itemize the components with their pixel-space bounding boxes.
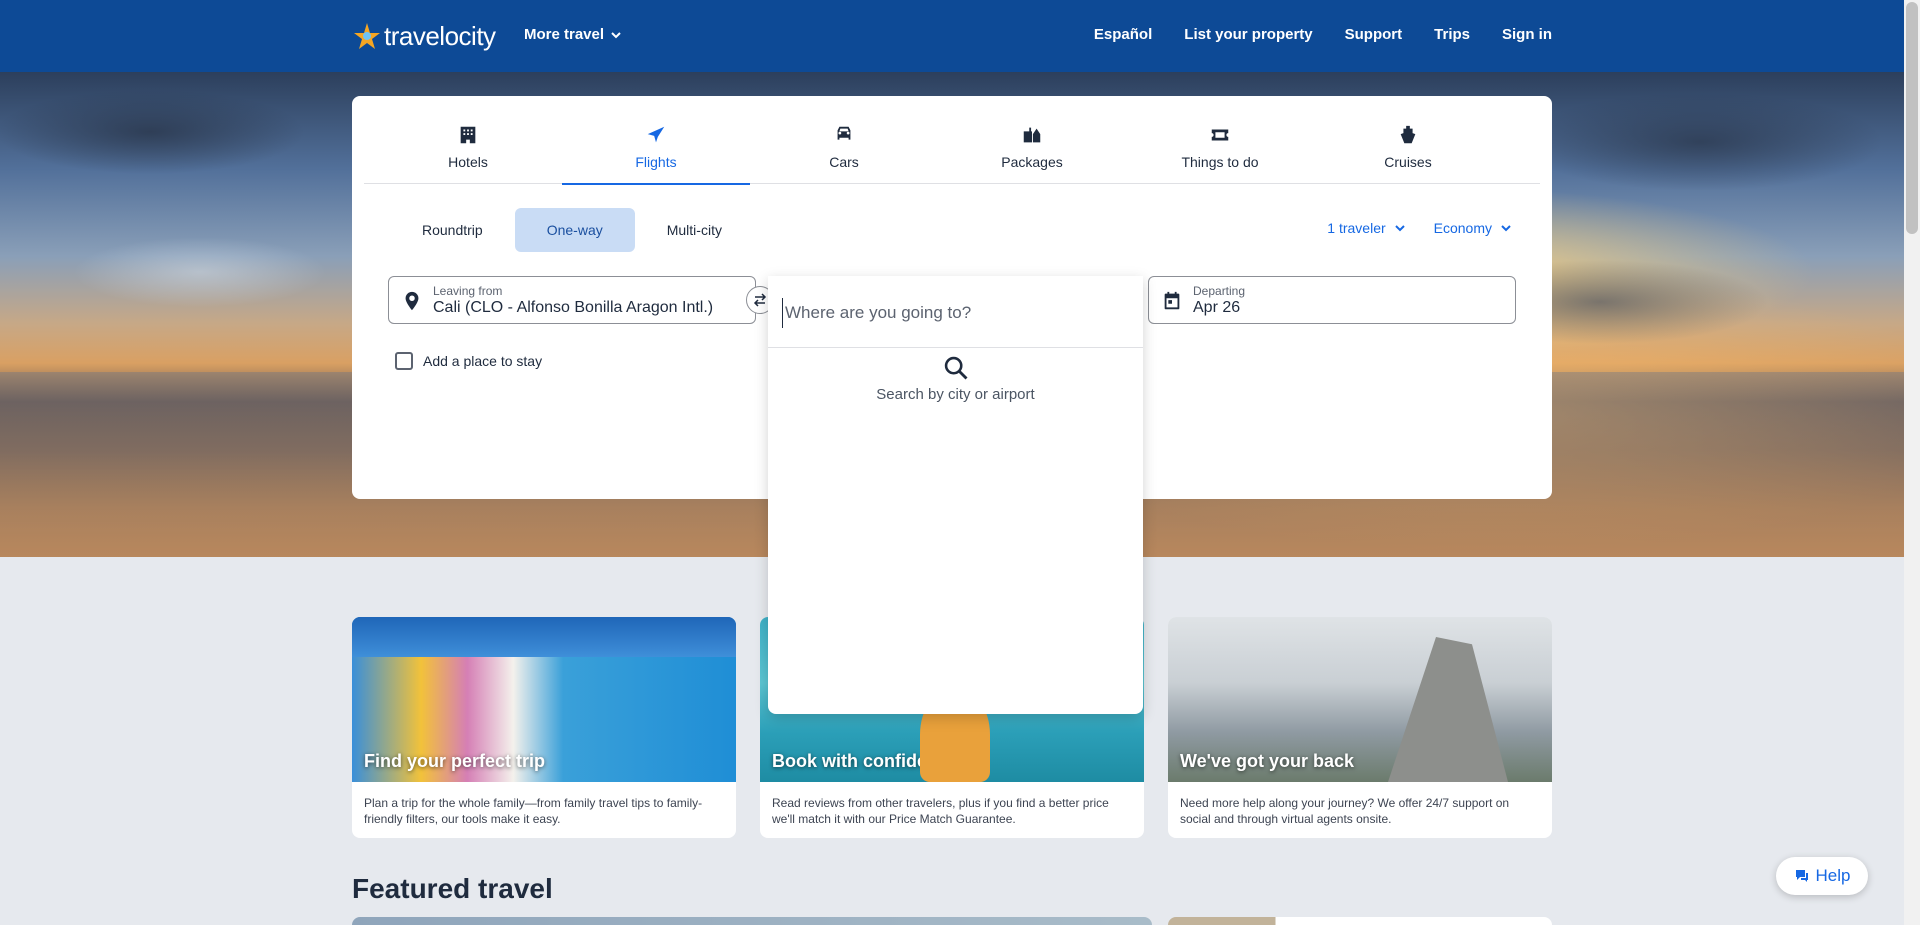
- packages-icon: [1023, 127, 1041, 143]
- tab-label: Cruises: [1384, 154, 1432, 170]
- ticket-icon: [1211, 129, 1229, 141]
- chat-icon: [1795, 870, 1808, 882]
- feature-card-got-your-back[interactable]: We've got your back Need more help along…: [1168, 617, 1552, 838]
- hotel-icon: [460, 126, 476, 144]
- cabin-class-dropdown[interactable]: Economy: [1434, 220, 1512, 236]
- tab-label: Things to do: [1181, 154, 1259, 170]
- feature-title: We've got your back: [1180, 751, 1354, 771]
- trip-type-selector: Roundtrip One-way Multi-city: [390, 208, 754, 252]
- location-pin-icon: [405, 291, 419, 311]
- feature-card-perfect-trip[interactable]: Find your perfect trip Plan a trip for t…: [352, 617, 736, 838]
- feature-description: Read reviews from other travelers, plus …: [772, 796, 1109, 826]
- tab-packages[interactable]: Packages: [938, 96, 1126, 184]
- nav-trips[interactable]: Trips: [1434, 26, 1470, 43]
- travelocity-logo[interactable]: travelocity: [352, 19, 496, 53]
- colorful-houses-image: Find your perfect trip: [352, 617, 736, 782]
- trip-one-way[interactable]: One-way: [514, 208, 635, 252]
- feature-description: Plan a trip for the whole family—from fa…: [364, 796, 703, 826]
- more-travel-menu[interactable]: More travel: [524, 26, 622, 43]
- scrollbar-thumb[interactable]: [1906, 2, 1918, 234]
- more-travel-label: More travel: [524, 26, 605, 43]
- trip-multi-city[interactable]: Multi-city: [635, 208, 754, 252]
- help-label: Help: [1815, 866, 1851, 885]
- tab-label: Packages: [1001, 154, 1063, 170]
- traveler-cabin-selectors: 1 traveler Economy: [1327, 220, 1512, 236]
- departing-date-field[interactable]: Departing Apr 26: [1148, 276, 1516, 324]
- nav-support[interactable]: Support: [1345, 26, 1403, 43]
- add-stay-checkbox[interactable]: [395, 352, 413, 370]
- search-icon: [944, 356, 967, 380]
- add-stay-label: Add a place to stay: [423, 353, 543, 369]
- help-button[interactable]: Help: [1776, 857, 1868, 895]
- travelers-value: 1 traveler: [1327, 220, 1386, 236]
- leaving-from-value: Cali (CLO - Alfonso Bonilla Aragon Intl.…: [433, 299, 714, 316]
- tab-label: Hotels: [448, 154, 488, 170]
- tab-label: Cars: [829, 154, 859, 170]
- nav-list-property[interactable]: List your property: [1184, 26, 1312, 43]
- tab-label: Flights: [635, 154, 677, 170]
- travelers-dropdown[interactable]: 1 traveler: [1327, 220, 1405, 236]
- feature-title: Find your perfect trip: [364, 751, 546, 771]
- nav-sign-in[interactable]: Sign in: [1502, 26, 1552, 43]
- plane-icon: [647, 126, 665, 143]
- cabin-value: Economy: [1433, 220, 1492, 236]
- add-place-to-stay[interactable]: Add a place to stay: [395, 352, 542, 370]
- leaving-from-field[interactable]: Leaving from Cali (CLO - Alfonso Bonilla…: [388, 276, 756, 324]
- chevron-down-icon: [1501, 225, 1511, 232]
- cruise-icon: [1400, 125, 1416, 144]
- tab-cruises[interactable]: Cruises: [1314, 96, 1502, 184]
- top-navigation-bar: travelocity More travel Español List you…: [0, 0, 1904, 72]
- chevron-down-icon: [611, 31, 621, 38]
- featured-travel-image[interactable]: [352, 917, 1152, 925]
- featured-travel-card[interactable]: [1168, 917, 1552, 925]
- nav-espanol[interactable]: Español: [1094, 26, 1152, 43]
- feature-title: Book with confidence: [772, 751, 959, 771]
- going-to-input[interactable]: [782, 298, 1122, 328]
- swap-arrows-icon: [753, 293, 767, 307]
- tab-hotels[interactable]: Hotels: [374, 96, 562, 184]
- tab-cars[interactable]: Cars: [750, 96, 938, 184]
- trip-roundtrip[interactable]: Roundtrip: [390, 208, 515, 252]
- search-hint: Search by city or airport: [768, 354, 1143, 404]
- calendar-icon: [1164, 291, 1180, 310]
- product-tabs: Hotels Flights Cars Packages Things to d…: [364, 96, 1540, 185]
- rope-bridge-image: We've got your back: [1168, 617, 1552, 782]
- leaving-from-label: Leaving from: [433, 284, 503, 298]
- header-nav: Español List your property Support Trips…: [1094, 26, 1552, 43]
- featured-travel-heading: Featured travel: [352, 873, 553, 904]
- departing-value: Apr 26: [1193, 299, 1241, 316]
- search-hint-text: Search by city or airport: [876, 386, 1035, 403]
- going-to-dropdown: Search by city or airport: [768, 276, 1143, 714]
- feature-description: Need more help along your journey? We of…: [1180, 796, 1510, 826]
- going-to-input-row: [768, 276, 1143, 348]
- logo-text: travelocity: [384, 20, 496, 51]
- tab-things-to-do[interactable]: Things to do: [1126, 96, 1314, 184]
- tab-flights[interactable]: Flights: [562, 96, 750, 185]
- departing-label: Departing: [1193, 284, 1246, 298]
- star-logo-icon: [354, 23, 380, 49]
- car-icon: [837, 126, 851, 140]
- chevron-down-icon: [1394, 225, 1405, 232]
